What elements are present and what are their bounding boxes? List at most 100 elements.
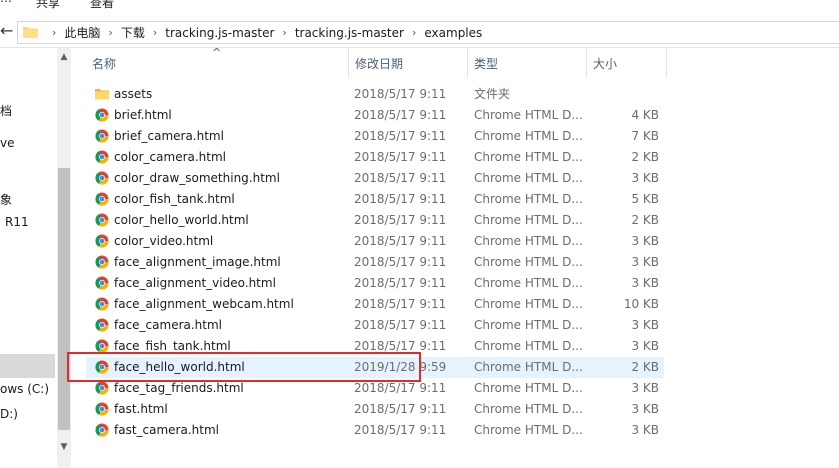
chrome-icon xyxy=(95,234,109,248)
file-row[interactable]: face_camera.html 2018/5/17 9:11 Chrome HTM… xyxy=(86,315,664,336)
chevron-right-icon[interactable]: › xyxy=(108,26,112,39)
file-size: 3 KB xyxy=(631,255,659,269)
chrome-icon xyxy=(95,108,109,122)
file-row[interactable]: face_alignment_video.html 2018/5/17 9:11 C… xyxy=(86,273,664,294)
file-date: 2018/5/17 9:11 xyxy=(354,423,447,437)
file-type: Chrome HTML D... xyxy=(474,381,583,395)
file-name: brief.html xyxy=(114,108,172,122)
file-name: face_alignment_webcam.html xyxy=(114,297,294,311)
chrome-icon xyxy=(95,129,109,143)
chevron-right-icon[interactable]: › xyxy=(412,26,416,39)
file-date: 2018/5/17 9:11 xyxy=(354,87,447,101)
file-date: 2018/5/17 9:11 xyxy=(354,402,447,416)
file-date: 2018/5/17 9:11 xyxy=(354,108,447,122)
ribbon-tab-share[interactable]: 共享 xyxy=(36,0,60,11)
chrome-icon xyxy=(95,276,109,290)
file-size: 4 KB xyxy=(631,108,659,122)
ribbon: ⋯ 共享 查看 xyxy=(0,0,839,16)
breadcrumb-examples[interactable]: examples xyxy=(424,26,482,40)
file-date: 2018/5/17 9:11 xyxy=(354,297,447,311)
breadcrumb-tracking-1[interactable]: tracking.js-master xyxy=(165,26,274,40)
nav-item-documents[interactable]: 档 xyxy=(0,102,12,119)
scrollbar-thumb[interactable] xyxy=(58,168,70,430)
up-arrow-icon[interactable]: ← xyxy=(0,21,14,41)
file-date: 2018/5/17 9:11 xyxy=(354,213,447,227)
file-row[interactable]: fast.html 2018/5/17 9:11 Chrome HTML D... 3… xyxy=(86,399,664,420)
file-size: 3 KB xyxy=(631,171,659,185)
file-size: 2 KB xyxy=(631,213,659,227)
file-row[interactable]: brief_camera.html 2018/5/17 9:11 Chrome HT… xyxy=(86,126,664,147)
file-row[interactable]: color_video.html 2018/5/17 9:11 Chrome HTM… xyxy=(86,231,664,252)
scroll-up-icon[interactable]: ▲ xyxy=(57,50,71,64)
chevron-right-icon[interactable]: › xyxy=(153,26,157,39)
nav-item-selected[interactable] xyxy=(0,354,55,378)
nav-item-objects[interactable]: 象 xyxy=(0,191,12,208)
file-row[interactable]: fast_camera.html 2018/5/17 9:11 Chrome HTM… xyxy=(86,420,664,441)
file-type: Chrome HTML D... xyxy=(474,150,583,164)
nav-item-onedrive[interactable]: ve xyxy=(0,136,14,150)
nav-item-drive-c[interactable]: ows (C:) xyxy=(0,382,49,396)
breadcrumb-downloads[interactable]: 下载 xyxy=(121,24,145,41)
file-type: Chrome HTML D... xyxy=(474,213,583,227)
file-name: color_video.html xyxy=(114,234,214,248)
file-row[interactable]: color_fish_tank.html 2018/5/17 9:11 Chrome… xyxy=(86,189,664,210)
column-header-size[interactable]: 大小 xyxy=(587,48,667,78)
chrome-icon xyxy=(95,297,109,311)
file-row[interactable]: color_draw_something.html 2018/5/17 9:11 C… xyxy=(86,168,664,189)
file-type: Chrome HTML D... xyxy=(474,192,583,206)
file-row[interactable]: assets 2018/5/17 9:11 文件夹 xyxy=(86,84,664,105)
nav-item-r11[interactable]: R11 xyxy=(5,215,29,229)
column-header-name[interactable]: 名称 xyxy=(86,48,350,78)
file-size: 3 KB xyxy=(631,423,659,437)
file-name: face_alignment_video.html xyxy=(114,276,276,290)
file-name: face_alignment_image.html xyxy=(114,255,281,269)
file-size: 10 KB xyxy=(623,297,659,311)
breadcrumb-tracking-2[interactable]: tracking.js-master xyxy=(295,26,404,40)
scroll-down-icon[interactable]: ▼ xyxy=(57,440,71,454)
breadcrumb-this-pc[interactable]: 此电脑 xyxy=(64,24,100,41)
file-type: Chrome HTML D... xyxy=(474,171,583,185)
file-size: 3 KB xyxy=(631,381,659,395)
file-row[interactable]: color_hello_world.html 2018/5/17 9:11 Chro… xyxy=(86,210,664,231)
file-date: 2018/5/17 9:11 xyxy=(354,234,447,248)
file-type: Chrome HTML D... xyxy=(474,360,583,374)
file-type: Chrome HTML D... xyxy=(474,255,583,269)
column-header-type[interactable]: 类型 xyxy=(468,48,587,78)
file-date: 2018/5/17 9:11 xyxy=(354,171,447,185)
column-divider[interactable] xyxy=(666,48,667,78)
file-name: color_camera.html xyxy=(114,150,227,164)
file-date: 2018/5/17 9:11 xyxy=(354,276,447,290)
file-row[interactable]: face_alignment_image.html 2018/5/17 9:11 C… xyxy=(86,252,664,273)
file-date: 2018/5/17 9:11 xyxy=(354,192,447,206)
file-date: 2018/5/17 9:11 xyxy=(354,255,447,269)
chrome-icon xyxy=(95,192,109,206)
file-size: 3 KB xyxy=(631,402,659,416)
file-size: 5 KB xyxy=(631,192,659,206)
ribbon-tab-view[interactable]: 查看 xyxy=(90,0,114,11)
chrome-icon xyxy=(95,423,109,437)
file-type: Chrome HTML D... xyxy=(474,423,583,437)
address-bar[interactable]: › 此电脑 › 下载 › tracking.js-master › tracki… xyxy=(17,21,839,44)
ribbon-tab-partial[interactable]: ⋯ xyxy=(0,0,12,8)
nav-item-drive-d[interactable]: D:) xyxy=(0,407,18,421)
chrome-icon xyxy=(95,402,109,416)
column-headers: ^ 名称 修改日期 类型 大小 xyxy=(72,46,839,78)
file-date: 2018/5/17 9:11 xyxy=(354,150,447,164)
navigation-pane: 档 ve 象 R11 ows (C:) D:) ▲ ▼ xyxy=(0,48,72,468)
file-name: color_hello_world.html xyxy=(114,213,249,227)
file-row[interactable]: brief.html 2018/5/17 9:11 Chrome HTML D...… xyxy=(86,105,664,126)
file-type: Chrome HTML D... xyxy=(474,402,583,416)
annotation-highlight-box xyxy=(67,352,421,382)
file-row[interactable]: face_alignment_webcam.html 2018/5/17 9:11… xyxy=(86,294,664,315)
file-size: 3 KB xyxy=(631,339,659,353)
chevron-right-icon[interactable]: › xyxy=(52,26,56,39)
nav-scrollbar[interactable]: ▲ ▼ xyxy=(57,48,71,468)
chrome-icon xyxy=(95,381,109,395)
chrome-icon xyxy=(95,213,109,227)
column-header-date[interactable]: 修改日期 xyxy=(349,48,468,78)
file-row[interactable]: color_camera.html 2018/5/17 9:11 Chrome HT… xyxy=(86,147,664,168)
file-size: 3 KB xyxy=(631,234,659,248)
chevron-right-icon[interactable]: › xyxy=(282,26,286,39)
breadcrumb: › 此电脑 › 下载 › tracking.js-master › tracki… xyxy=(44,22,482,43)
file-size: 7 KB xyxy=(631,129,659,143)
